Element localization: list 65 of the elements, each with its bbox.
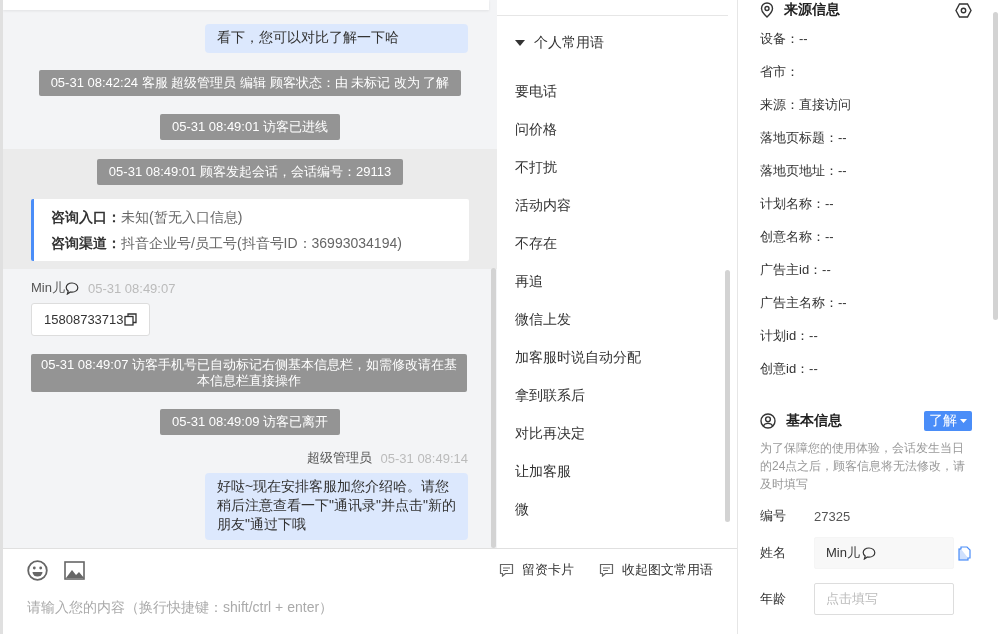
source-field: 落地页地址：-- bbox=[760, 161, 972, 181]
source-field: 创意id：-- bbox=[760, 359, 972, 379]
phrase-item[interactable]: 要电话 bbox=[497, 81, 575, 101]
message-bubble: 好哒~现在安排客服加您介绍哈。请您稍后注意查看一下"通讯录"并点击"新的朋友"通过下哦 bbox=[205, 473, 468, 540]
system-notice: 05-31 08:49:09 访客已离开 bbox=[159, 409, 341, 435]
phrase-item[interactable]: 不存在 bbox=[497, 233, 575, 253]
caret-icon bbox=[515, 39, 525, 47]
field-value: 27325 bbox=[814, 508, 852, 524]
phrase-item[interactable]: 对比再决定 bbox=[497, 423, 603, 443]
phrase-item[interactable]: 问价格 bbox=[497, 119, 575, 139]
settings-icon[interactable] bbox=[955, 2, 972, 18]
scrollbar[interactable] bbox=[725, 270, 730, 522]
phrase-item[interactable]: 活动内容 bbox=[497, 195, 589, 215]
session-info-line: 咨询渠道：抖音企业号/员工号(抖音号ID：36993034194) bbox=[51, 234, 403, 253]
location-pin-icon bbox=[760, 2, 774, 18]
tool-button[interactable]: 收起图文常用语 bbox=[599, 561, 713, 579]
phrase-group-toggle[interactable]: 个人常用语 bbox=[497, 33, 737, 53]
edit-deadline-notice: 为了保障您的使用体验，会话发生当日的24点之后，顾客信息将无法修改，请及时填写 bbox=[760, 440, 967, 493]
emoji-icon[interactable] bbox=[27, 559, 48, 581]
message-icon bbox=[599, 563, 614, 577]
user-icon bbox=[760, 413, 776, 429]
source-field: 计划id：-- bbox=[760, 326, 972, 346]
source-field: 计划名称：-- bbox=[760, 194, 972, 214]
source-field: 广告主名称：-- bbox=[760, 293, 972, 313]
source-field: 创意名称：-- bbox=[760, 227, 972, 247]
source-field: 省市： bbox=[760, 62, 972, 82]
scrollbar[interactable] bbox=[491, 268, 496, 548]
scrollbar[interactable] bbox=[993, 12, 998, 320]
system-notice: 05-31 08:49:07 访客手机号已自动标记右侧基本信息栏，如需修改请在基本信息栏直接操作 bbox=[31, 354, 467, 392]
phrase-item[interactable]: 微信上发 bbox=[497, 309, 589, 329]
group-label: 个人常用语 bbox=[534, 34, 604, 52]
message-bubble: 看下，您可以对比了解一下哈 bbox=[205, 24, 468, 53]
session-info-line: 咨询入口：未知(暂无入口信息) bbox=[51, 208, 244, 227]
phrase-item[interactable]: 拿到联系后 bbox=[497, 385, 603, 405]
source-field: 落地页标题：-- bbox=[760, 128, 972, 148]
message-icon bbox=[499, 563, 514, 577]
source-field: 设备：-- bbox=[760, 29, 972, 49]
phrase-item[interactable]: 加客服时说自动分配 bbox=[497, 347, 659, 367]
image-icon[interactable] bbox=[64, 560, 85, 580]
phrase-item[interactable]: 微 bbox=[497, 499, 547, 519]
sender-name: 超级管理员 bbox=[306, 449, 372, 467]
system-notice: 05-31 08:42:24 客服 超级管理员 编辑 顾客状态：由 未标记 改为 了解 bbox=[38, 70, 462, 96]
system-notice: 05-31 08:49:01 顾客发起会话，会话编号：29113 bbox=[96, 159, 404, 185]
section-title: 来源信息 bbox=[784, 1, 841, 19]
chat-bubble-icon bbox=[861, 546, 876, 560]
system-notice: 05-31 08:49:01 访客已进线 bbox=[159, 114, 341, 140]
source-field: 来源：直接访问 bbox=[760, 95, 972, 115]
section-title: 基本信息 bbox=[786, 412, 843, 430]
name-field[interactable]: Min儿 bbox=[814, 537, 954, 569]
phrase-item[interactable]: 不打扰 bbox=[497, 157, 575, 177]
phone-number-card: 15808733713 bbox=[31, 303, 150, 336]
message-input[interactable]: 请输入您的内容（换行快捷键：shift/ctrl + enter） bbox=[3, 591, 737, 623]
copy-icon[interactable] bbox=[123, 313, 137, 326]
sender-name: Min儿 bbox=[31, 279, 79, 297]
tool-button[interactable]: 留资卡片 bbox=[499, 561, 574, 579]
message-time: 05-31 08:49:14 bbox=[380, 450, 468, 466]
message-time: 05-31 08:49:07 bbox=[87, 280, 176, 296]
source-field: 广告主id：-- bbox=[760, 260, 972, 280]
phrase-item[interactable]: 让加客服 bbox=[497, 461, 589, 481]
phrase-item[interactable]: 再追 bbox=[497, 271, 561, 291]
field-label: 年龄 bbox=[760, 590, 787, 608]
caret-icon bbox=[960, 419, 967, 423]
chat-bubble-icon bbox=[64, 281, 79, 295]
field-label: 编号 bbox=[760, 507, 787, 525]
field-label: 姓名 bbox=[760, 544, 787, 562]
